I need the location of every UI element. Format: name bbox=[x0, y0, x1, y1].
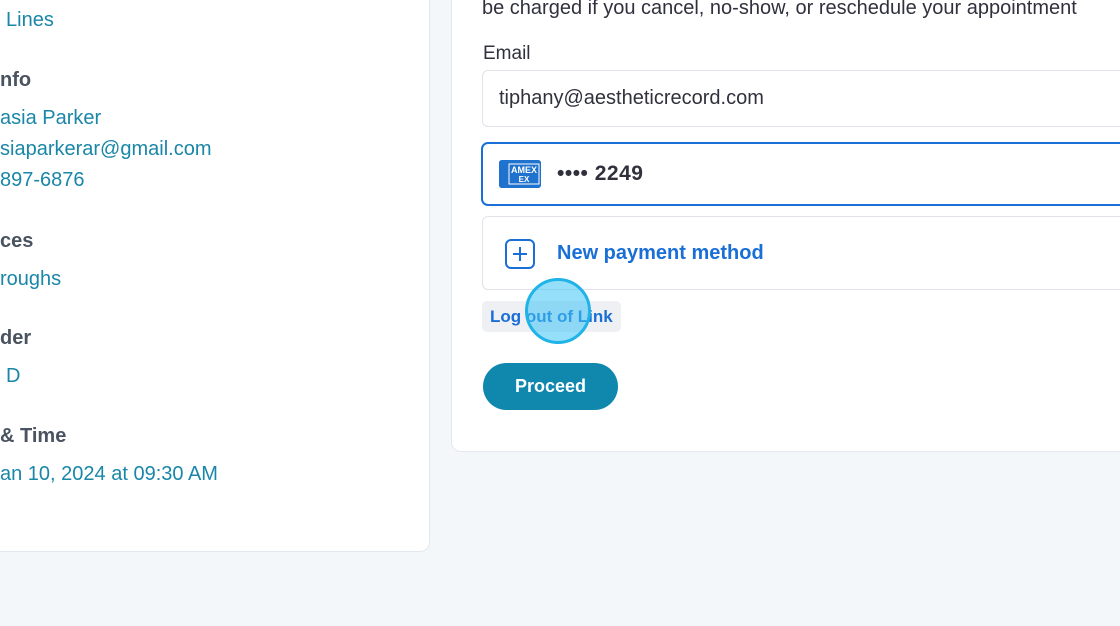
summary-line-value: Lines bbox=[6, 9, 54, 31]
logout-of-link-button[interactable]: Log out of Link bbox=[482, 301, 621, 332]
proceed-button[interactable]: Proceed bbox=[483, 363, 618, 410]
client-info-label: nfo bbox=[0, 69, 32, 91]
saved-card-option[interactable]: AMEX EX •••• 2249 bbox=[481, 142, 1120, 206]
new-payment-method-button[interactable]: New payment method bbox=[482, 216, 1120, 290]
plus-icon bbox=[505, 239, 535, 269]
client-phone: 897-6876 bbox=[0, 169, 85, 191]
svg-text:AMEX: AMEX bbox=[511, 165, 537, 175]
date-time-value: an 10, 2024 at 09:30 AM bbox=[0, 463, 218, 485]
service-value: roughs bbox=[0, 268, 62, 290]
amex-card-icon: AMEX EX bbox=[499, 160, 541, 188]
client-name: asia Parker bbox=[0, 107, 102, 129]
card-masked-number: •••• 2249 bbox=[557, 162, 644, 185]
provider-value: D bbox=[6, 365, 21, 387]
new-payment-method-label: New payment method bbox=[557, 242, 764, 264]
cancellation-notice: be charged if you cancel, no-show, or re… bbox=[482, 0, 1077, 19]
provider-label: der bbox=[0, 327, 32, 349]
email-label: Email bbox=[483, 43, 531, 64]
email-field[interactable]: tiphany@aestheticrecord.com bbox=[482, 70, 1120, 127]
svg-text:EX: EX bbox=[519, 175, 530, 184]
date-time-label: & Time bbox=[0, 425, 67, 447]
services-label: ces bbox=[0, 230, 34, 252]
client-email: siaparkerar@gmail.com bbox=[0, 138, 212, 160]
